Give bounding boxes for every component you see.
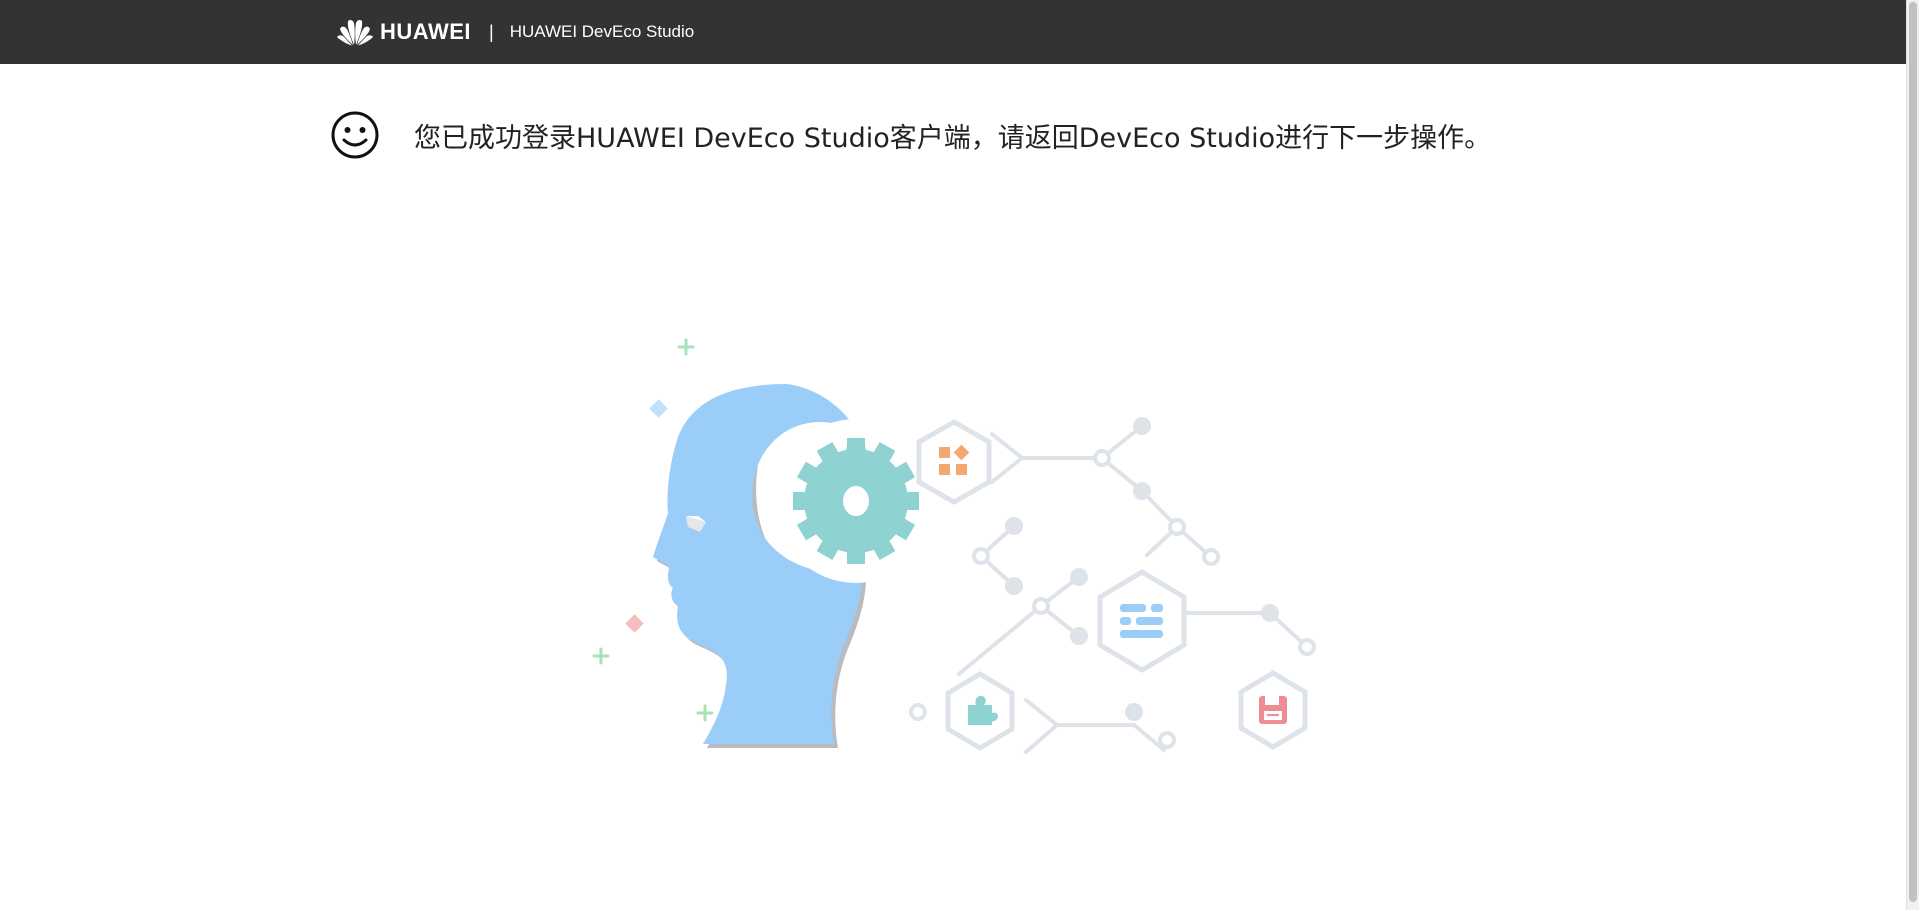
smiley-icon <box>331 111 379 159</box>
scrollbar-thumb[interactable] <box>1909 2 1917 902</box>
message-text: 您已成功登录HUAWEI DevEco Studio客户端，请返回DevEco … <box>414 122 1492 154</box>
puzzle-icon <box>945 671 1015 751</box>
document-icon <box>1097 569 1187 673</box>
brand[interactable]: HUAWEI | HUAWEI DevEco Studio <box>336 14 694 50</box>
brand-divider: | <box>489 21 494 42</box>
save-icon <box>1238 670 1308 750</box>
huawei-logo-icon <box>337 19 373 46</box>
apps-icon <box>916 419 992 505</box>
brand-name: HUAWEI <box>380 19 471 44</box>
vertical-scrollbar[interactable] <box>1906 0 1919 910</box>
product-name: HUAWEI DevEco Studio <box>509 22 695 41</box>
top-navigation-bar: HUAWEI | HUAWEI DevEco Studio <box>0 0 1919 64</box>
illustration <box>592 338 1316 754</box>
gear-icon <box>774 419 938 583</box>
login-success-message: 您已成功登录HUAWEI DevEco Studio客户端，请返回DevEco … <box>330 110 1491 160</box>
